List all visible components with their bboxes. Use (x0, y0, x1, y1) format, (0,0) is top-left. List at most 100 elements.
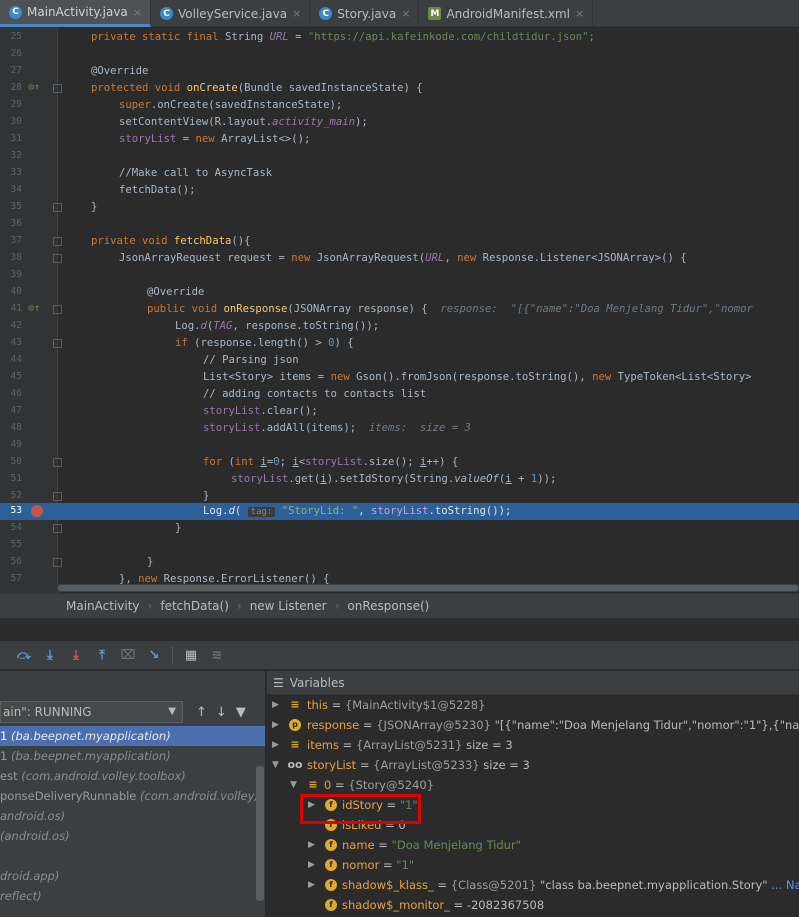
code-line[interactable]: 32 (0, 148, 799, 165)
code-line[interactable]: 38 JsonArrayRequest request = new JsonArr… (0, 250, 799, 267)
code-line[interactable]: 33 //Make call to AsyncTask (0, 165, 799, 182)
code-line[interactable]: 55 (0, 537, 799, 554)
fold-icon[interactable] (53, 458, 62, 467)
tab-android-manifest[interactable]: M AndroidManifest.xml × (419, 0, 594, 27)
breadcrumb-item[interactable]: onResponse() (347, 599, 429, 613)
stack-frame[interactable] (0, 846, 265, 866)
code-line[interactable]: 42 Log.d(TAG, response.toString()); (0, 318, 799, 335)
expand-arrow-icon[interactable]: ▶ (272, 735, 279, 755)
code-line[interactable]: 45 List<Story> items = new Gson().fromJso… (0, 369, 799, 386)
drop-frame-icon[interactable]: ⌧ (118, 645, 138, 665)
scrollbar-thumb[interactable] (58, 585, 798, 591)
close-icon[interactable]: × (292, 7, 301, 20)
fold-icon[interactable] (53, 492, 62, 501)
code-line[interactable]: 49 (0, 437, 799, 454)
override-marker-icon[interactable]: ⊙↑ (28, 301, 40, 318)
horizontal-scrollbar[interactable] (58, 584, 799, 592)
tab-story[interactable]: C Story.java × (310, 0, 420, 27)
stack-frame[interactable]: ponseDeliveryRunnable (com.android.volle… (0, 786, 265, 806)
fold-icon[interactable] (53, 558, 62, 567)
breadcrumb-item[interactable]: MainActivity (66, 599, 140, 613)
code-line[interactable]: 56} (0, 554, 799, 571)
code-editor[interactable]: 25 private static final String URL = "htt… (0, 27, 799, 593)
expand-arrow-icon[interactable]: ▶ (272, 715, 279, 735)
variable-row[interactable]: ▶ ≡ items = {ArrayList@5231} size = 3 (267, 735, 799, 755)
current-execution-line[interactable]: 53 Log.d( tag: "StoryLid: ", storyList.to… (0, 503, 799, 520)
fold-icon[interactable] (53, 254, 62, 263)
thread-selector[interactable]: ain": RUNNING ▼ (0, 701, 183, 723)
step-into-icon[interactable]: ⤓ (40, 645, 60, 665)
variable-row[interactable]: ▶ f shadow$_klass_ = {Class@5201} "class… (267, 875, 799, 895)
override-marker-icon[interactable]: ⊙↑ (28, 80, 40, 97)
code-line[interactable]: 28 ⊙↑ protected void onCreate(Bundle saved… (0, 80, 799, 97)
code-line[interactable]: 46 // adding contacts to contacts list (0, 386, 799, 403)
breadcrumb-item[interactable]: new Listener (250, 599, 327, 613)
fold-icon[interactable] (53, 339, 62, 348)
stack-frame[interactable]: reflect) (0, 886, 265, 906)
expand-arrow-icon[interactable]: ▶ (272, 695, 279, 715)
arrow-up-icon[interactable]: ↑ (196, 705, 207, 720)
code-line[interactable]: 43 if (response.length() > 0) { (0, 335, 799, 352)
filter-icon[interactable]: ▼ (236, 705, 246, 720)
variable-row[interactable]: ▶ f name = "Doa Menjelang Tidur" (267, 835, 799, 855)
code-line[interactable]: 44 // Parsing json (0, 352, 799, 369)
fold-icon[interactable] (53, 524, 62, 533)
code-line[interactable]: 35} (0, 199, 799, 216)
step-over-icon[interactable]: ⤼ (14, 645, 34, 665)
variable-row[interactable]: ▶ f nomor = "1" (267, 855, 799, 875)
code-line[interactable]: 25 private static final String URL = "htt… (0, 29, 799, 46)
stack-frame[interactable]: android.os) (0, 806, 265, 826)
frames-scrollbar[interactable] (256, 766, 264, 901)
code-line[interactable]: 31 storyList = new ArrayList<>(); (0, 131, 799, 148)
code-line[interactable]: 47 storyList.clear(); (0, 403, 799, 420)
stack-frame[interactable]: 1 (ba.beepnet.myapplication) (0, 746, 265, 766)
run-to-cursor-icon[interactable]: ↘ (144, 645, 164, 665)
breadcrumb-item[interactable]: fetchData() (160, 599, 229, 613)
code-line[interactable]: 48 storyList.addAll(items); items: size =… (0, 420, 799, 437)
tab-main-activity[interactable]: C MainActivity.java × (0, 0, 151, 27)
fold-icon[interactable] (53, 203, 62, 212)
arrow-down-icon[interactable]: ↓ (216, 705, 227, 720)
code-line[interactable]: 50 for (int i=0; i<storyList.size(); i++)… (0, 454, 799, 471)
variable-row[interactable]: f shadow$_monitor_ = -2082367508 (267, 895, 799, 915)
expand-arrow-icon[interactable]: ▶ (308, 875, 315, 895)
stack-frame[interactable]: droid.app) (0, 866, 265, 886)
collapse-arrow-icon[interactable]: ▼ (272, 755, 279, 775)
fold-icon[interactable] (53, 237, 62, 246)
close-icon[interactable]: × (575, 7, 584, 20)
expand-arrow-icon[interactable]: ▶ (308, 835, 315, 855)
code-line[interactable]: 29 super.onCreate(savedInstanceState); (0, 97, 799, 114)
breakpoint-icon[interactable] (31, 505, 43, 517)
close-icon[interactable]: × (133, 6, 142, 19)
collapse-arrow-icon[interactable]: ▼ (290, 775, 297, 795)
stack-frame[interactable]: est (com.android.volley.toolbox) (0, 766, 265, 786)
fold-icon[interactable] (53, 305, 62, 314)
fold-icon[interactable] (53, 84, 62, 93)
stack-frame[interactable]: 1 (ba.beepnet.myapplication) (0, 726, 265, 746)
code-line[interactable]: 34 fetchData(); (0, 182, 799, 199)
stack-frame[interactable] (0, 906, 265, 917)
expand-arrow-icon[interactable]: ▶ (308, 855, 315, 875)
evaluate-expression-icon[interactable]: ▦ (181, 645, 201, 665)
code-line[interactable]: 27 @Override (0, 63, 799, 80)
variable-row[interactable]: ▼ ≡ 0 = {Story@5240} (267, 775, 799, 795)
force-step-into-icon[interactable]: ⤓ (66, 645, 86, 665)
code-line[interactable]: 51 storyList.get(i).setIdStory(String.val… (0, 471, 799, 488)
code-line[interactable]: 36 (0, 216, 799, 233)
trace-icon[interactable]: ≋ (207, 645, 227, 665)
variable-row[interactable]: ▶ ≡ this = {MainActivity$1@5228} (267, 695, 799, 715)
variable-row[interactable]: ▶ p response = {JSONArray@5230} "[{"name… (267, 715, 799, 735)
code-line[interactable]: 37 private void fetchData(){ (0, 233, 799, 250)
step-out-icon[interactable]: ⤒ (92, 645, 112, 665)
tab-volley-service[interactable]: C VolleyService.java × (151, 0, 311, 27)
variable-row[interactable]: ▼ oo storyList = {ArrayList@5233} size =… (267, 755, 799, 775)
code-line[interactable]: 54} (0, 520, 799, 537)
code-line[interactable]: 39 (0, 267, 799, 284)
code-line[interactable]: 26 (0, 46, 799, 63)
close-icon[interactable]: × (401, 7, 410, 20)
code-line[interactable]: 41 ⊙↑ public void onResponse(JSONArray res… (0, 301, 799, 318)
stack-frame[interactable]: (android.os) (0, 826, 265, 846)
code-line[interactable]: 40 @Override (0, 284, 799, 301)
navigate-link[interactable]: ... Navigate (771, 878, 799, 892)
code-line[interactable]: 30 setContentView(R.layout.activity_main)… (0, 114, 799, 131)
